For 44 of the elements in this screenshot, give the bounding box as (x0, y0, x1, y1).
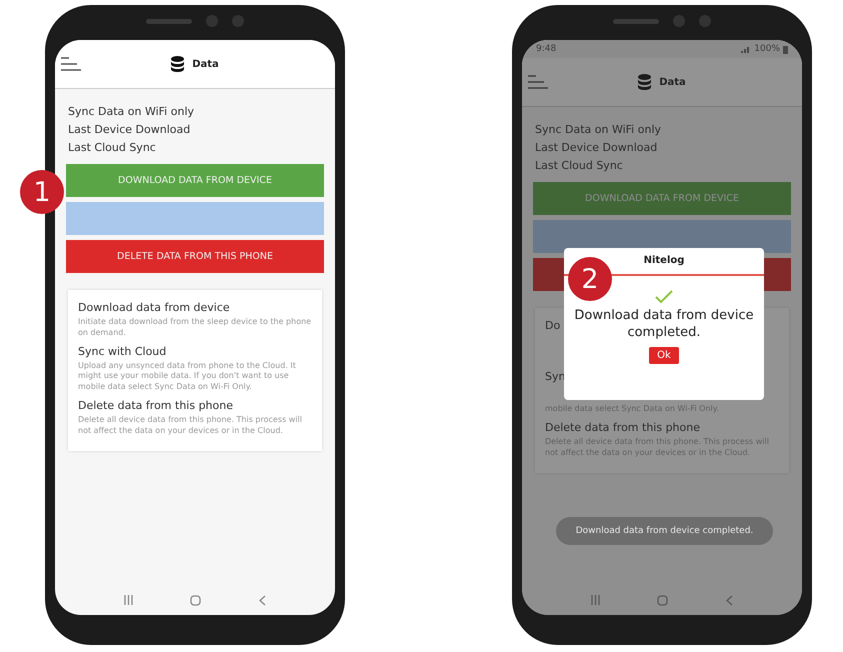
header-title: Data (192, 58, 219, 70)
setting-label: Last Cloud Sync (68, 141, 157, 154)
setting-label: Sync Data on WiFi only (68, 105, 196, 118)
header-title: Data (659, 76, 686, 88)
step-marker: 1 (20, 170, 64, 214)
help-heading: Delete data from this phone (545, 421, 700, 434)
toast-message: Download data from device completed. (556, 517, 773, 545)
dialog-title: Nitelog (644, 254, 684, 268)
home-icon[interactable] (190, 594, 202, 606)
check-icon (655, 290, 673, 304)
database-icon (171, 56, 184, 72)
delete-button[interactable]: DELETE DATA FROM THIS PHONE (66, 240, 324, 273)
ok-button[interactable]: Ok (649, 346, 679, 364)
camera-lens (206, 15, 218, 27)
camera-lens (699, 15, 711, 27)
status-time: 9:48 (536, 44, 556, 54)
help-heading: Sync with Cloud (78, 344, 166, 358)
recent-apps-icon[interactable] (124, 595, 133, 605)
setting-label: Last Device Download (68, 123, 192, 136)
battery-percent: 100% (754, 44, 780, 54)
help-text: Upload any unsynced data from phone to the Cloud. It might use your mobile data. If you don't want to use mobile data select Sync Data on Wi-Fi Only. (78, 360, 297, 393)
menu-icon[interactable] (528, 75, 548, 89)
setting-label: Sync Data on WiFi only (535, 123, 662, 136)
home-icon[interactable] (657, 594, 668, 606)
menu-icon[interactable] (61, 57, 81, 71)
help-text: Initiate data download from the sleep device to the phone on demand. (78, 317, 312, 339)
help-heading: Delete data from this phone (78, 398, 233, 412)
download-button[interactable]: DOWNLOAD DATA FROM DEVICE (66, 164, 324, 197)
speaker-grille (613, 18, 659, 24)
help-heading: Download data from device (78, 301, 230, 314)
speaker-grille (146, 18, 192, 24)
back-icon[interactable] (726, 594, 734, 606)
help-heading: Do (545, 319, 560, 332)
signal-icon (741, 45, 752, 53)
camera-lens (673, 15, 685, 27)
setting-label: Last Device Download (535, 141, 658, 154)
camera-lens (232, 15, 244, 27)
dialog-message: Download data from device completed. (573, 308, 755, 342)
help-text: Delete all device data from this phone. This process will not affect the data on your devices or in the Cloud. (78, 414, 303, 437)
recent-apps-icon[interactable] (590, 595, 600, 605)
setting-label: Last Cloud Sync (535, 159, 624, 172)
database-icon (638, 74, 652, 90)
battery-icon (783, 44, 788, 54)
back-icon[interactable] (259, 594, 266, 606)
